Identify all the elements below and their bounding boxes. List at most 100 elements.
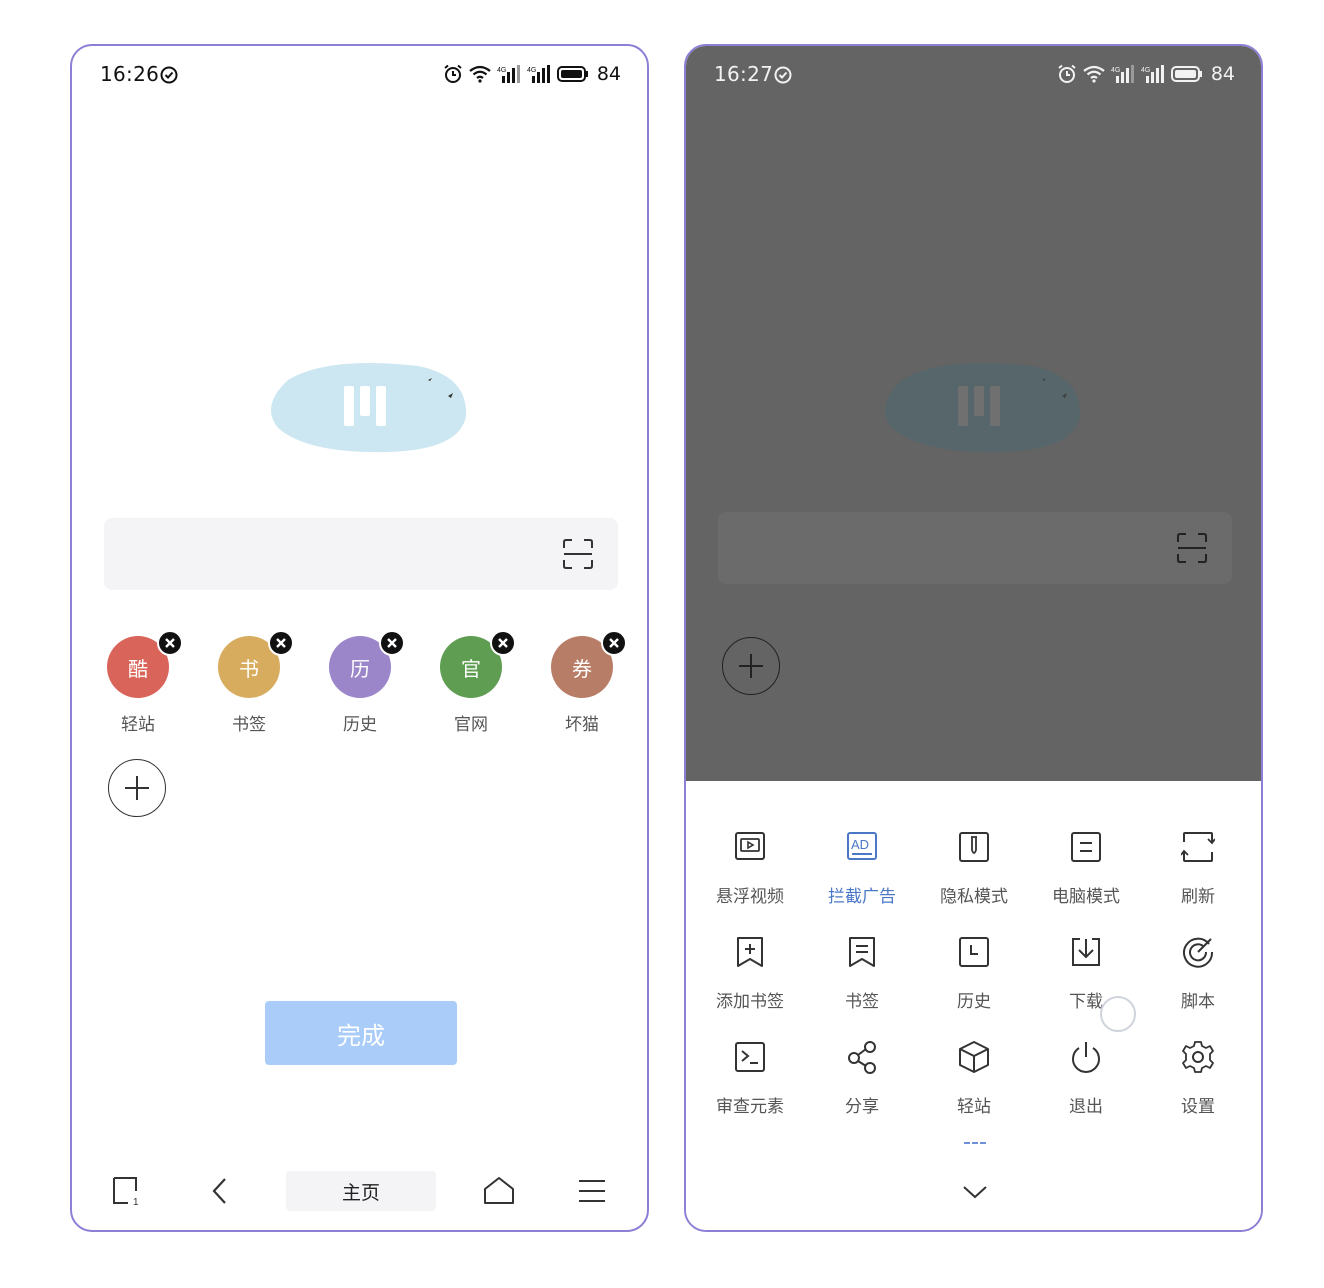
tabs-icon: 1 <box>113 1177 139 1206</box>
menu-label: 添加书签 <box>716 992 784 1012</box>
svg-text:4G: 4G <box>497 67 506 74</box>
close-icon <box>498 638 508 648</box>
menu-item-settings[interactable]: 设置 <box>1148 1040 1248 1130</box>
menu-item-bookmarks[interactable]: 书签 <box>812 935 912 1025</box>
svg-text:4G: 4G <box>527 67 536 74</box>
script-icon <box>1183 937 1214 968</box>
touch-indicator <box>1100 996 1136 1032</box>
back-button[interactable] <box>206 1176 236 1206</box>
menu-label: 脚本 <box>1181 992 1215 1012</box>
menu-item-refresh[interactable]: 刷新 <box>1148 830 1248 920</box>
status-bar: 16:26 4G 4G 84 <box>72 46 647 106</box>
signal-icon: 4G <box>1111 65 1134 83</box>
wifi-icon <box>469 65 491 83</box>
menu-item-inspect-element[interactable]: 审查元素 <box>700 1040 800 1130</box>
shortcut-item[interactable]: 官 官网 <box>426 630 516 746</box>
menu-label: 拦截广告 <box>828 887 896 907</box>
remove-shortcut-button[interactable] <box>490 630 516 656</box>
menu-label: 书签 <box>845 992 879 1012</box>
svg-text:1: 1 <box>133 1197 139 1206</box>
phone-screen-edit-mode: 16:26 4G 4G 84 酷 轻站 书 书签 历 历史 官 官网 券 坏猫 … <box>70 44 649 1232</box>
wifi-icon <box>1083 65 1105 83</box>
close-icon <box>609 638 619 648</box>
check-circle-icon <box>160 66 178 84</box>
battery-icon <box>556 66 588 82</box>
alarm-icon <box>1058 64 1076 83</box>
battery-level: 84 <box>1210 63 1235 85</box>
menu-label: 轻站 <box>957 1097 991 1117</box>
bookmarks-icon <box>849 937 875 967</box>
menu-label: 分享 <box>845 1097 879 1117</box>
done-button[interactable]: 完成 <box>265 1001 457 1065</box>
add-bookmark-icon <box>737 937 763 967</box>
signal-icon: 4G <box>497 65 520 83</box>
signal-icon: 4G <box>1141 65 1164 83</box>
scan-icon[interactable] <box>562 538 594 570</box>
menu-item-floating-video[interactable]: 悬浮视频 <box>700 830 800 920</box>
scan-icon <box>1177 533 1207 563</box>
status-time: 16:27 <box>714 62 774 86</box>
tabs-button[interactable]: 1 <box>110 1176 142 1206</box>
signal-icon: 4G <box>527 65 550 83</box>
svg-text:4G: 4G <box>1111 67 1120 74</box>
menu-label: 电脑模式 <box>1052 887 1120 907</box>
remove-shortcut-button[interactable] <box>601 630 627 656</box>
menu-item-history[interactable]: 历史 <box>924 935 1024 1025</box>
menu-label: 悬浮视频 <box>716 887 784 907</box>
menu-button[interactable] <box>578 1178 606 1204</box>
shortcut-item[interactable]: 券 坏猫 <box>537 630 627 746</box>
light-site-icon <box>959 1041 989 1073</box>
share-icon <box>848 1041 876 1074</box>
browser-logo <box>884 363 1081 453</box>
shortcut-label: 书签 <box>232 715 266 735</box>
dim-overlay[interactable]: 16:27 4G 4G 84 <box>686 46 1261 781</box>
menu-item-light-site[interactable]: 轻站 <box>924 1040 1024 1130</box>
refresh-icon <box>1181 832 1215 862</box>
privacy-mode-icon <box>959 832 989 862</box>
ad-block-icon: AD <box>847 832 877 860</box>
menu-item-share[interactable]: 分享 <box>812 1040 912 1130</box>
shortcut-item[interactable]: 酷 轻站 <box>93 630 183 746</box>
shortcut-item[interactable]: 历 历史 <box>315 630 405 746</box>
svg-text:AD: AD <box>851 837 869 852</box>
menu-item-script[interactable]: 脚本 <box>1148 935 1248 1025</box>
status-time: 16:26 <box>100 62 160 86</box>
menu-page-indicator <box>964 1142 986 1144</box>
menu-item-exit[interactable]: 退出 <box>1036 1040 1136 1130</box>
power-icon <box>1072 1042 1100 1073</box>
shortcut-label: 官网 <box>454 715 488 735</box>
add-shortcut-button <box>722 637 780 695</box>
home-page-button[interactable]: 主页 <box>286 1171 436 1211</box>
close-icon <box>387 638 397 648</box>
close-icon <box>276 638 286 648</box>
shortcut-label: 坏猫 <box>565 715 599 735</box>
search-input[interactable] <box>104 518 618 590</box>
check-circle-icon <box>774 66 792 84</box>
menu-label: 退出 <box>1069 1097 1103 1117</box>
remove-shortcut-button[interactable] <box>379 630 405 656</box>
status-icons: 4G 4G 84 <box>1057 63 1235 85</box>
menu-label: 设置 <box>1181 1097 1215 1117</box>
menu-label: 刷新 <box>1181 887 1215 907</box>
alarm-icon <box>444 64 462 83</box>
shortcut-label: 轻站 <box>121 715 155 735</box>
home-button[interactable] <box>482 1176 516 1206</box>
add-shortcut-button[interactable] <box>108 759 166 817</box>
menu-item-add-bookmark[interactable]: 添加书签 <box>700 935 800 1025</box>
desktop-mode-icon <box>1071 832 1101 862</box>
battery-icon <box>1170 66 1202 82</box>
remove-shortcut-button[interactable] <box>157 630 183 656</box>
status-icons: 4G 4G 84 <box>443 63 621 85</box>
chevron-down-icon[interactable] <box>962 1184 988 1200</box>
menu-item-ad-block[interactable]: AD 拦截广告 <box>812 830 912 920</box>
floating-video-icon <box>735 832 765 860</box>
shortcut-item[interactable]: 书 书签 <box>204 630 294 746</box>
menu-label: 审查元素 <box>716 1097 784 1117</box>
shortcut-label: 历史 <box>343 715 377 735</box>
settings-icon <box>1182 1041 1214 1073</box>
hamburger-menu-icon <box>579 1180 605 1202</box>
search-input <box>718 512 1232 584</box>
menu-item-privacy-mode[interactable]: 隐私模式 <box>924 830 1024 920</box>
menu-item-desktop-mode[interactable]: 电脑模式 <box>1036 830 1136 920</box>
remove-shortcut-button[interactable] <box>268 630 294 656</box>
